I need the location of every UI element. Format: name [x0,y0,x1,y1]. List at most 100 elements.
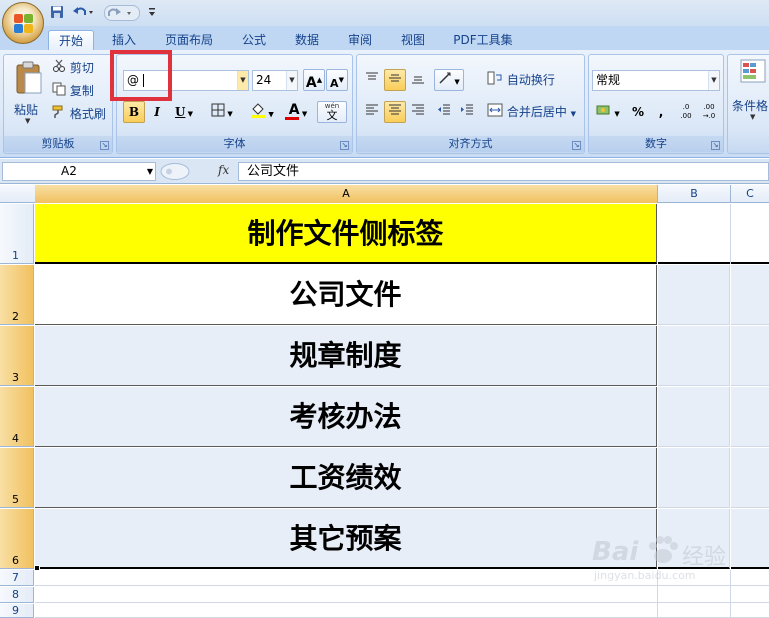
cell-b4[interactable] [658,387,730,447]
comma-button[interactable]: , [650,101,672,123]
copy-icon [52,81,66,103]
font-size-combo[interactable]: 24 ▼ [252,70,298,91]
italic-label: I [154,105,160,119]
row-9-cells[interactable] [35,604,769,618]
cell-c4[interactable] [731,387,769,447]
accounting-button[interactable]: ▼ [592,101,624,123]
cancel-enter-icon[interactable] [160,162,190,181]
cell-c5[interactable] [731,448,769,508]
conditional-format-icon[interactable] [740,59,766,86]
bold-button[interactable]: B [123,101,145,123]
align-bottom-button[interactable] [407,69,429,91]
cell-c2[interactable] [731,265,769,325]
decrease-decimal-button[interactable]: .00 →.0 [698,101,720,123]
alignment-launcher-icon[interactable]: ↘ [572,141,581,150]
tab-page-layout[interactable]: 页面布局 [158,30,220,50]
row-header-2[interactable]: 2 [0,265,34,325]
column-header-b[interactable]: B [658,185,731,203]
grow-font-button[interactable]: A▲ [303,69,325,91]
cell-a1[interactable]: 制作文件侧标签 [35,204,657,264]
increase-decimal-button[interactable]: .0 .00 [675,101,697,123]
fill-handle[interactable] [34,565,40,571]
col-divider-c-row1 [730,204,731,264]
number-format-dropdown-icon[interactable]: ▼ [708,71,719,90]
column-header-c[interactable]: C [731,185,769,203]
customize-icon[interactable] [148,5,156,21]
increase-indent-button[interactable] [456,101,478,123]
merge-center-button[interactable]: 合并后居中 ▼ [487,101,576,123]
number-launcher-icon[interactable]: ↘ [711,141,720,150]
cell-a4[interactable]: 考核办法 [35,387,657,447]
save-icon[interactable] [50,5,64,21]
underline-button[interactable]: U ▼ [169,101,199,123]
align-center-button[interactable] [384,101,406,123]
row-header-6[interactable]: 6 [0,509,34,569]
row-header-4[interactable]: 4 [0,387,34,447]
wrap-text-button[interactable]: 自动换行 [487,69,555,91]
formula-input[interactable]: 公司文件 [238,162,769,181]
font-size-dropdown-icon[interactable]: ▼ [286,71,297,90]
cell-b5[interactable] [658,448,730,508]
row-header-9[interactable]: 9 [0,604,34,618]
tab-review[interactable]: 审阅 [340,30,380,50]
font-launcher-icon[interactable]: ↘ [340,141,349,150]
row-8-cells[interactable] [35,587,769,603]
name-box[interactable]: A2 ▼ [2,162,156,181]
tab-view[interactable]: 视图 [393,30,433,50]
font-color-button[interactable]: A ▼ [281,101,315,123]
cell-b3[interactable] [658,326,730,386]
watermark-url: jingyan.baidu.com [594,569,696,582]
redo-icon[interactable] [104,5,140,21]
align-right-button[interactable] [407,101,429,123]
row-header-8[interactable]: 8 [0,587,34,603]
row-header-7[interactable]: 7 [0,570,34,586]
font-name-dropdown-icon[interactable]: ▼ [237,71,248,90]
number-group: 常规 ▼ ▼ % , .0 .00 .00 →.0 数字 ↘ [588,54,724,154]
cell-a5[interactable]: 工资绩效 [35,448,657,508]
paste-dropdown-icon: ▼ [25,117,31,125]
italic-button[interactable]: I [146,101,168,123]
align-left-button[interactable] [361,101,383,123]
office-button[interactable] [2,2,44,44]
shrink-font-button[interactable]: A▼ [326,69,348,91]
decrease-indent-button[interactable] [433,101,455,123]
cell-b2[interactable] [658,265,730,325]
number-format-combo[interactable]: 常规 ▼ [592,70,720,91]
fill-color-button[interactable]: ▼ [245,101,279,123]
tab-home[interactable]: 开始 [48,30,94,50]
format-painter-button[interactable]: 格式刷 [52,103,106,125]
dec-decimal-bottom: →.0 [702,112,716,120]
row-header-5[interactable]: 5 [0,448,34,508]
undo-icon[interactable] [72,5,94,21]
tab-data[interactable]: 数据 [287,30,327,50]
orientation-button[interactable]: ▼ [434,69,464,91]
row-header-1[interactable]: 1 [0,204,34,264]
number-format-value: 常规 [596,73,621,87]
copy-button[interactable]: 复制 [52,80,94,102]
cut-button[interactable]: 剪切 [52,57,94,79]
cell-c3[interactable] [731,326,769,386]
name-box-dropdown-icon[interactable]: ▼ [147,163,153,180]
border-icon [211,103,225,123]
tab-formulas[interactable]: 公式 [234,30,274,50]
conditional-format-label[interactable]: 条件格 [732,97,768,114]
cell-b1[interactable] [658,204,769,264]
paste-button[interactable]: 粘贴 ▼ [10,61,48,131]
clipboard-launcher-icon[interactable]: ↘ [100,141,109,150]
tab-insert[interactable]: 插入 [104,30,144,50]
fx-area: fx [160,162,236,181]
percent-button[interactable]: % [627,101,649,123]
cell-a6[interactable]: 其它预案 [35,509,657,569]
tab-pdf-tools[interactable]: PDF工具集 [448,30,518,50]
cell-a2[interactable]: 公司文件 [35,265,657,325]
column-header-a[interactable]: A [35,185,658,203]
align-top-button[interactable] [361,69,383,91]
row-header-3[interactable]: 3 [0,326,34,386]
merge-dropdown-icon[interactable]: ▼ [571,110,576,118]
border-button[interactable]: ▼ [205,101,239,123]
phonetic-button[interactable]: wén 文 [317,101,347,123]
cell-a3[interactable]: 规章制度 [35,326,657,386]
fx-icon[interactable]: fx [218,163,229,177]
align-middle-button[interactable] [384,69,406,91]
text-orientation-icon [438,71,452,91]
